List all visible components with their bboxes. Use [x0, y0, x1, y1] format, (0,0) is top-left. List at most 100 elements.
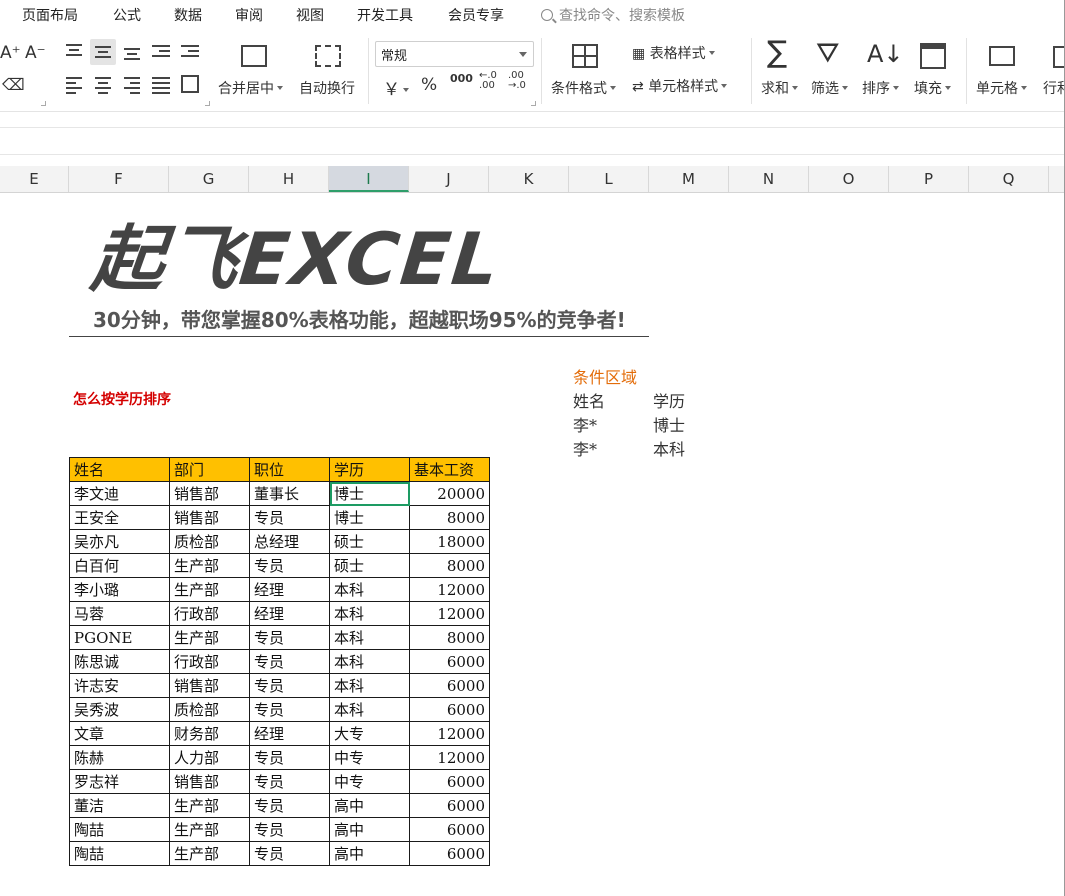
- criteria-header-edu[interactable]: 学历: [653, 388, 685, 412]
- column-header-q[interactable]: Q: [969, 166, 1049, 192]
- table-cell[interactable]: 本科: [329, 649, 410, 674]
- decrease-decimal-icon[interactable]: .00 →.0: [508, 71, 526, 91]
- table-cell[interactable]: 经理: [249, 601, 330, 626]
- menu-developer[interactable]: 开发工具: [357, 5, 413, 25]
- table-cell[interactable]: 8000: [409, 505, 490, 530]
- table-cell[interactable]: 生产部: [169, 577, 250, 602]
- table-cell[interactable]: 生产部: [169, 625, 250, 650]
- table-cell[interactable]: 李小璐: [69, 577, 170, 602]
- filter-button[interactable]: 筛选: [811, 78, 848, 98]
- table-cell[interactable]: 6000: [409, 673, 490, 698]
- menu-review[interactable]: 审阅: [235, 5, 263, 25]
- align-group-launcher-icon[interactable]: [205, 101, 210, 106]
- table-cell[interactable]: 12000: [409, 721, 490, 746]
- clear-format-icon[interactable]: ⌫: [2, 75, 25, 94]
- menu-data[interactable]: 数据: [174, 5, 202, 25]
- table-cell[interactable]: 董事长: [249, 481, 330, 506]
- table-cell[interactable]: 人力部: [169, 745, 250, 770]
- justify-icon[interactable]: [152, 77, 170, 97]
- table-cell[interactable]: 高中: [329, 817, 410, 842]
- table-cell[interactable]: 专员: [249, 841, 330, 866]
- column-header-k[interactable]: K: [489, 166, 569, 192]
- increase-decimal-icon[interactable]: ←.0.00: [479, 71, 497, 91]
- wrap-text-button[interactable]: 自动换行: [299, 78, 355, 98]
- table-cell[interactable]: 生产部: [169, 553, 250, 578]
- table-cell[interactable]: 马蓉: [69, 601, 170, 626]
- table-cell[interactable]: 本科: [329, 673, 410, 698]
- cell-style-button[interactable]: ⇄ 单元格样式: [632, 76, 728, 96]
- table-cell[interactable]: 经理: [249, 577, 330, 602]
- table-cell[interactable]: 8000: [409, 553, 490, 578]
- table-cell[interactable]: 销售部: [169, 481, 250, 506]
- table-cell[interactable]: 6000: [409, 841, 490, 866]
- table-cell[interactable]: 大专: [329, 721, 410, 746]
- align-top-icon[interactable]: [66, 44, 82, 59]
- thousands-separator-icon[interactable]: 000: [450, 72, 473, 85]
- align-center-icon[interactable]: [95, 77, 111, 97]
- column-header-f[interactable]: F: [69, 166, 169, 192]
- command-search[interactable]: 查找命令、搜索模板: [541, 5, 685, 25]
- currency-icon[interactable]: ￥: [383, 75, 409, 100]
- merge-center-button[interactable]: 合并居中: [218, 78, 283, 98]
- table-cell[interactable]: 陶喆: [69, 817, 170, 842]
- table-cell[interactable]: 18000: [409, 529, 490, 554]
- table-cell[interactable]: 陈思诚: [69, 649, 170, 674]
- table-cell[interactable]: 博士: [329, 505, 410, 530]
- table-cell[interactable]: 财务部: [169, 721, 250, 746]
- fill-button[interactable]: 填充: [914, 78, 951, 98]
- column-header-m[interactable]: M: [649, 166, 729, 192]
- number-format-select[interactable]: 常规: [375, 41, 534, 67]
- table-cell[interactable]: 专员: [249, 649, 330, 674]
- conditional-format-button[interactable]: 条件格式: [551, 78, 616, 98]
- table-cell[interactable]: 专员: [249, 745, 330, 770]
- table-cell[interactable]: 6000: [409, 697, 490, 722]
- table-cell[interactable]: 文章: [69, 721, 170, 746]
- column-header-i[interactable]: I: [329, 166, 409, 192]
- table-cell[interactable]: 本科: [329, 577, 410, 602]
- table-cell[interactable]: 专员: [249, 793, 330, 818]
- criteria-cell[interactable]: 李*: [573, 436, 597, 460]
- column-header-e[interactable]: E: [0, 166, 69, 192]
- table-cell[interactable]: 罗志祥: [69, 769, 170, 794]
- column-header-j[interactable]: J: [409, 166, 489, 192]
- table-cell[interactable]: 董洁: [69, 793, 170, 818]
- table-cell[interactable]: 销售部: [169, 505, 250, 530]
- table-cell[interactable]: 中专: [329, 769, 410, 794]
- increase-font-icon[interactable]: A⁺: [0, 43, 21, 63]
- table-style-button[interactable]: ▦ 表格样式: [632, 43, 715, 63]
- table-cell[interactable]: 硕士: [329, 529, 410, 554]
- table-cell[interactable]: 专员: [249, 697, 330, 722]
- table-cell[interactable]: 高中: [329, 841, 410, 866]
- table-cell[interactable]: 销售部: [169, 769, 250, 794]
- table-cell[interactable]: 专员: [249, 505, 330, 530]
- table-cell[interactable]: 8000: [409, 625, 490, 650]
- column-header-p[interactable]: P: [889, 166, 969, 192]
- table-cell[interactable]: 李文迪: [69, 481, 170, 506]
- column-header-o[interactable]: O: [809, 166, 889, 192]
- sum-button[interactable]: 求和: [761, 78, 798, 98]
- task-title[interactable]: 怎么按学历排序: [73, 389, 171, 409]
- cell-button[interactable]: 单元格: [976, 78, 1027, 98]
- table-cell[interactable]: 6000: [409, 793, 490, 818]
- table-cell[interactable]: 6000: [409, 649, 490, 674]
- criteria-cell[interactable]: 李*: [573, 412, 597, 436]
- table-cell[interactable]: 12000: [409, 601, 490, 626]
- number-group-launcher-icon[interactable]: [531, 101, 536, 106]
- row-col-button[interactable]: 行和: [1043, 78, 1065, 98]
- table-cell[interactable]: 总经理: [249, 529, 330, 554]
- table-cell[interactable]: 博士: [329, 481, 410, 506]
- table-cell[interactable]: 行政部: [169, 649, 250, 674]
- decrease-font-icon[interactable]: A⁻: [25, 43, 46, 63]
- column-header-h[interactable]: H: [249, 166, 329, 192]
- menu-formulas[interactable]: 公式: [113, 5, 141, 25]
- menu-page-layout[interactable]: 页面布局: [22, 5, 78, 25]
- table-cell[interactable]: 吴亦凡: [69, 529, 170, 554]
- table-cell[interactable]: 12000: [409, 745, 490, 770]
- table-cell[interactable]: 许志安: [69, 673, 170, 698]
- table-cell[interactable]: 12000: [409, 577, 490, 602]
- font-group-launcher-icon[interactable]: [41, 101, 46, 106]
- table-cell[interactable]: 专员: [249, 553, 330, 578]
- percent-icon[interactable]: %: [421, 75, 437, 95]
- criteria-cell[interactable]: 博士: [653, 412, 685, 436]
- sheet-grid[interactable]: 起飞EXCEL 30分钟，带您掌握80%表格功能，超越职场95%的竞争者! 怎么…: [0, 194, 1065, 896]
